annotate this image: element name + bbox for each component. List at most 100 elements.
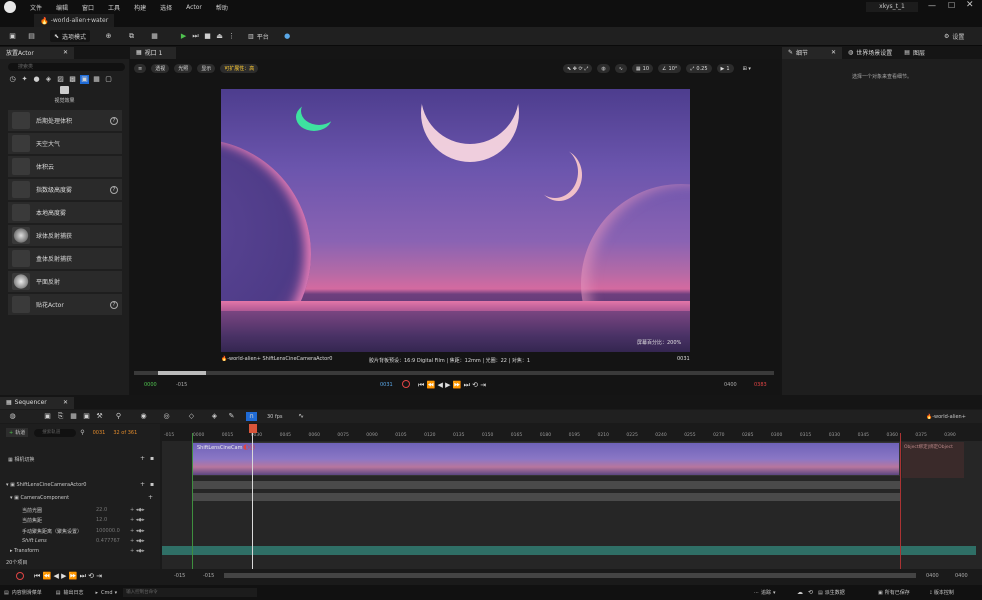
actions-icon[interactable]: ⚒	[95, 412, 104, 421]
basic-icon[interactable]: ✦	[20, 75, 29, 84]
shapes-icon[interactable]: ◈	[44, 75, 53, 84]
keyframe-controls[interactable]: + ◂◆▸	[130, 538, 145, 544]
actor-item[interactable]: 天空大气	[8, 133, 122, 154]
show-button[interactable]: 显示	[197, 64, 216, 73]
all-classes-icon[interactable]: ▢	[104, 75, 113, 84]
snap-icon[interactable]: ∩	[246, 412, 257, 421]
layout-button[interactable]: ⊞ ▾	[739, 64, 755, 73]
actor-section-bar[interactable]	[192, 481, 900, 489]
record-icon[interactable]	[402, 380, 410, 388]
recent-icon[interactable]: ◷	[8, 75, 17, 84]
track-aperture[interactable]: 当前光圈	[22, 507, 42, 514]
blueprint-icon[interactable]: ⧉	[127, 32, 136, 41]
derived-data-button[interactable]: ▤ 派生数据	[818, 589, 845, 597]
volumes-icon[interactable]: ▩	[68, 75, 77, 84]
save-all-button[interactable]: ▣ 所有已保存	[878, 589, 910, 597]
sequencer-tab[interactable]: ▦ Sequencer ✕	[0, 396, 74, 409]
render-movie-icon[interactable]: ▦	[69, 412, 78, 421]
viewport-scrub-bar[interactable]	[134, 371, 774, 375]
track-camera-component[interactable]: ▾ ▣ CameraComponent	[10, 495, 69, 501]
save-icon[interactable]: ▣	[43, 412, 52, 421]
aperture-value[interactable]: 22.0	[96, 507, 107, 513]
seq-transport-controls[interactable]: ⏮ ⏪ ◀ ▶ ⏩ ⏭ ⟲ ⇥	[34, 572, 102, 581]
cinematics-icon[interactable]: ▦	[150, 32, 159, 41]
globe-icon[interactable]: ●	[283, 32, 292, 41]
details-tab[interactable]: ✎ 细节 ✕	[782, 46, 842, 59]
playback-icon[interactable]: ◎	[162, 412, 171, 421]
transform-section-bar[interactable]	[162, 546, 976, 555]
menu-window[interactable]: 窗口	[82, 3, 94, 12]
undo-icon[interactable]: ⟲	[808, 589, 813, 596]
shift-lens-value[interactable]: 0.477767	[96, 538, 120, 544]
visual-effects-icon[interactable]: ▣	[80, 75, 89, 84]
lit-button[interactable]: 光照	[174, 64, 193, 73]
filter-icon[interactable]: ⚲	[80, 429, 84, 436]
lights-icon[interactable]: ●	[32, 75, 41, 84]
grid-snap-button[interactable]: ▦ 10	[631, 64, 654, 73]
level-tab[interactable]: 🔥 -world-alien+water	[34, 14, 115, 27]
find-asset-icon[interactable]: ⎘	[56, 412, 65, 421]
scale-snap-button[interactable]: ⤢ 0.25	[686, 64, 712, 73]
track-focal-length[interactable]: 当前焦距	[22, 517, 42, 524]
keyframe-controls[interactable]: + ◂◆▸	[130, 517, 145, 523]
perspective-button[interactable]: 透视	[151, 64, 170, 73]
stop-icon[interactable]: ■	[203, 32, 212, 41]
keyframe-controls[interactable]: + ◂◆▸	[130, 548, 145, 554]
help-icon[interactable]: ?	[110, 300, 118, 309]
maximize-button[interactable]: ☐	[948, 1, 955, 10]
fps-label[interactable]: 30 fps	[267, 414, 283, 420]
output-log-button[interactable]: ▤ 输出日志	[56, 589, 84, 597]
actor-item[interactable]: 球体反射捕获	[8, 225, 122, 246]
add-key-button[interactable]: +	[140, 481, 145, 488]
scalability-warning[interactable]: 可扩展性：高	[220, 64, 259, 73]
transport-controls[interactable]: ⏮ ⏪ ◀ ▶ ⏩ ⏭ ⟲ ⇥	[418, 381, 486, 390]
geometry-icon[interactable]: ▦	[92, 75, 101, 84]
play-options-icon[interactable]: ⋮	[227, 32, 236, 41]
mode-select-button[interactable]: ⬉ 选项模式	[50, 30, 91, 42]
track-camera-actor[interactable]: ▾ ▣ ShiftLensCineCameraActor0	[6, 482, 86, 488]
key-icon[interactable]: ◇	[187, 412, 196, 421]
menu-file[interactable]: 文件	[30, 3, 42, 12]
actor-item[interactable]: 体积云	[8, 156, 122, 177]
camera-speed-button[interactable]: ▶ 1	[716, 64, 734, 73]
add-track-button[interactable]: + 轨道	[6, 428, 29, 437]
menu-actor[interactable]: Actor	[186, 4, 202, 11]
surface-snap-icon[interactable]: ∿	[614, 64, 627, 73]
track-menu-button[interactable]: ▪	[150, 455, 154, 462]
add-key-button[interactable]: +	[148, 494, 153, 501]
actor-item[interactable]: 本地高度雾	[8, 202, 122, 223]
source-control-button[interactable]: ⟟ 版本控制	[930, 589, 954, 597]
actor-item[interactable]: 平面反射	[8, 271, 122, 292]
camera-icon[interactable]: ▣	[82, 412, 91, 421]
help-icon[interactable]: ?	[110, 116, 118, 125]
platform-button[interactable]: ▥ 平台	[244, 30, 273, 42]
actor-item[interactable]: 后期处理体积?	[8, 110, 122, 131]
focal-length-value[interactable]: 12.0	[96, 517, 107, 523]
close-icon[interactable]: ✕	[831, 49, 836, 56]
step-icon[interactable]: ⏭	[191, 32, 200, 41]
menu-build[interactable]: 构建	[134, 3, 146, 12]
playhead-marker[interactable]	[249, 424, 257, 433]
eject-icon[interactable]: ⏏	[215, 32, 224, 41]
track-shift-lens[interactable]: Shift Lens	[22, 538, 47, 544]
keyframe-controls[interactable]: + ◂◆▸	[130, 507, 145, 513]
close-icon[interactable]: ✕	[63, 49, 68, 56]
help-icon[interactable]: ?	[110, 185, 118, 194]
save-icon[interactable]: ▣	[8, 32, 17, 41]
view-icon[interactable]: ◉	[139, 412, 148, 421]
viewport-menu-button[interactable]: ≡	[134, 64, 147, 73]
camera-cut-lock-icons[interactable]: ◐◎	[243, 443, 255, 451]
viewport-tab[interactable]: ▦ 视口 1	[130, 46, 176, 59]
menu-select[interactable]: 选择	[160, 3, 172, 12]
trace-button[interactable]: ⋯ 追踪 ▾	[754, 589, 776, 597]
cinematic-icon[interactable]: ▨	[56, 75, 65, 84]
world-settings-tab[interactable]: ◍ 世界场景设置	[842, 46, 899, 59]
track-search[interactable]: 搜索轨道	[34, 428, 77, 437]
console-input[interactable]: 输入控制台命令	[123, 588, 258, 597]
add-key-button[interactable]: +	[140, 455, 145, 462]
rotation-snap-button[interactable]: ∠ 10°	[658, 64, 682, 73]
track-menu-button[interactable]: ▪	[150, 481, 154, 488]
place-actors-search[interactable]: 搜索类	[8, 63, 125, 71]
play-icon[interactable]: ▶	[179, 32, 188, 41]
content-drawer-button[interactable]: ▤ 内容侧滑菜单	[4, 589, 42, 597]
